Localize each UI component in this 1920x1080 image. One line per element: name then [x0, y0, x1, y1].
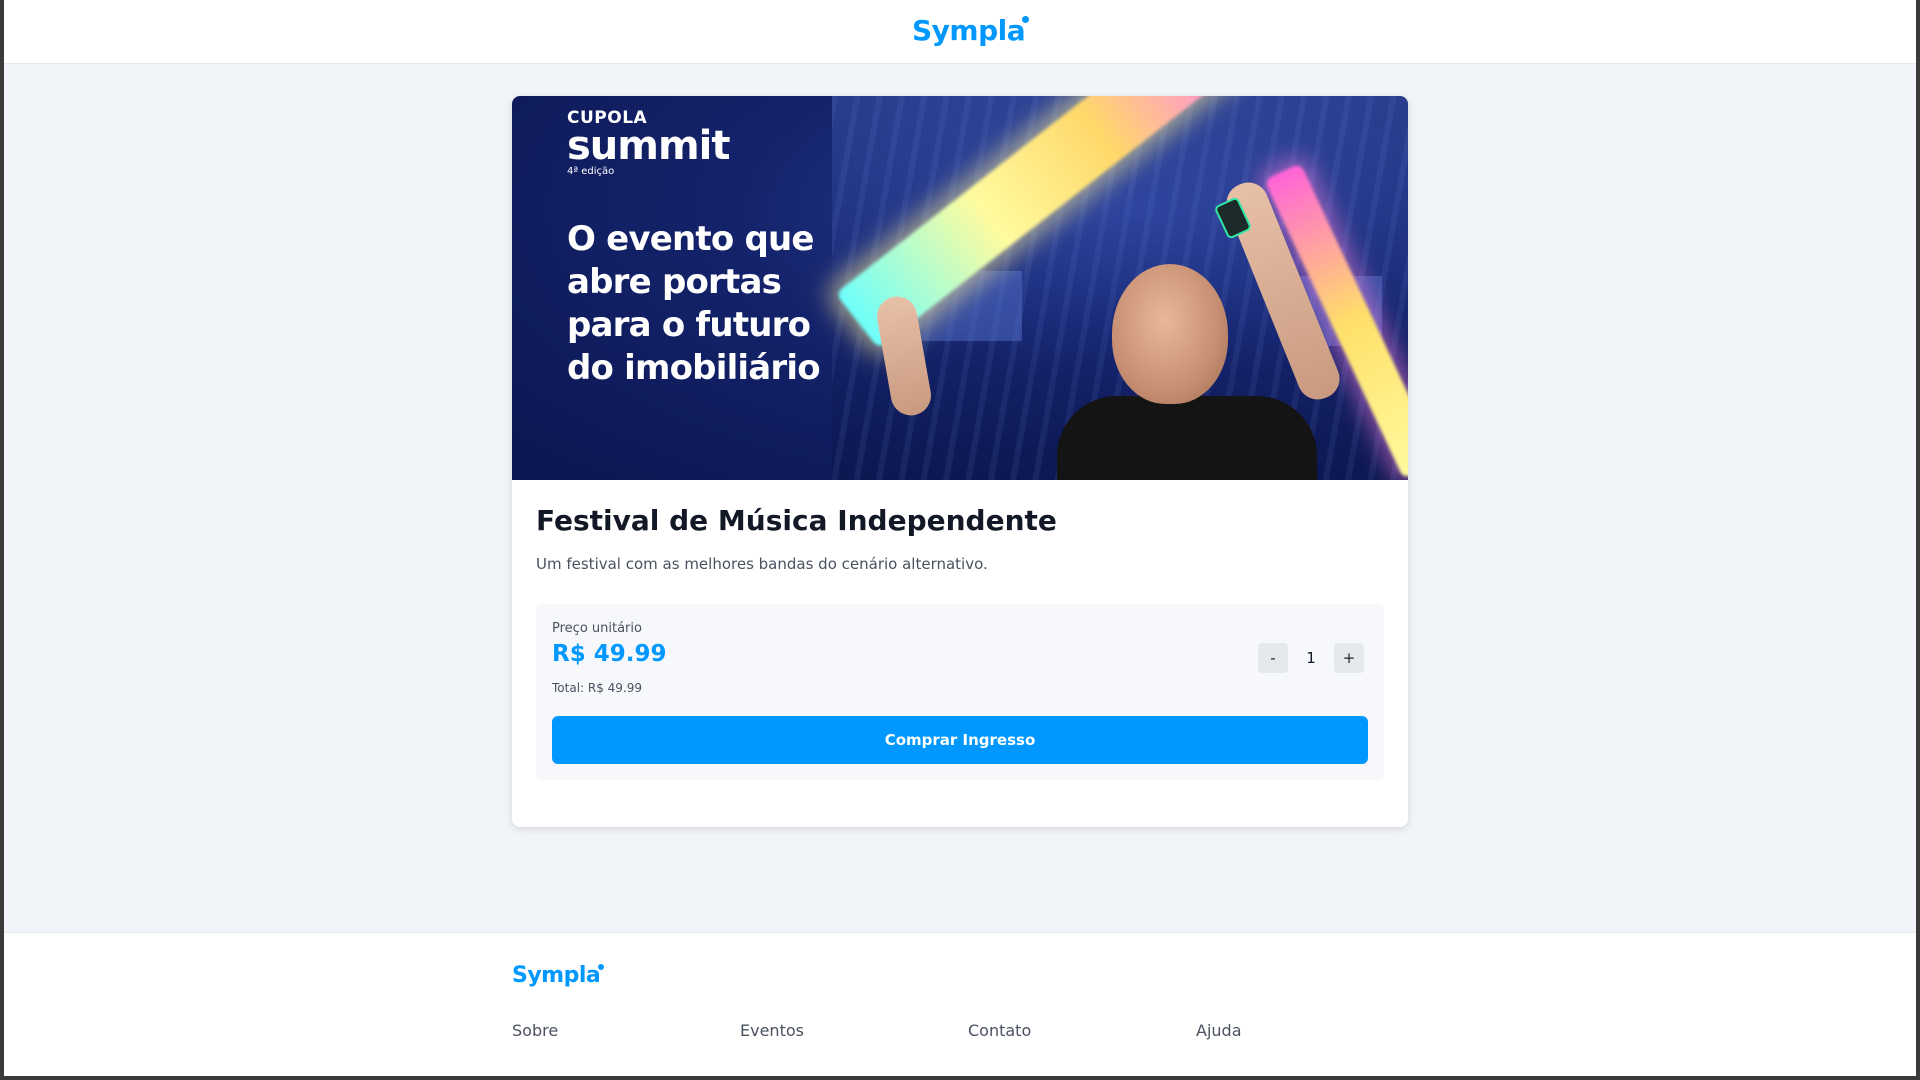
event-description: Um festival com as melhores bandas do ce…: [536, 555, 988, 573]
footer-link-ajuda[interactable]: Ajuda: [1196, 1021, 1242, 1040]
ticket-panel: Preço unitário R$ 49.99 Total: R$ 49.99 …: [536, 604, 1384, 780]
logo-dot-icon: [598, 964, 605, 970]
speaker-shirt: [1057, 396, 1317, 480]
event-title: Festival de Música Independente: [536, 504, 1057, 537]
headline-line: para o futuro: [567, 305, 811, 345]
brand-main-text: summit: [567, 123, 730, 169]
quantity-value: 1: [1306, 649, 1316, 667]
decrease-quantity-button[interactable]: -: [1258, 643, 1288, 673]
increase-quantity-button[interactable]: +: [1334, 643, 1364, 673]
total-price: Total: R$ 49.99: [552, 681, 643, 695]
sympla-logo[interactable]: Sympla: [912, 14, 1030, 47]
footer-link-contato[interactable]: Contato: [968, 1021, 1031, 1040]
speaker-head: [1112, 264, 1228, 404]
cupola-summit-logo: CUPOLA summit 4ª edição: [567, 108, 730, 177]
unit-price-value: R$ 49.99: [552, 641, 667, 667]
footer-sympla-logo[interactable]: Sympla: [512, 963, 605, 988]
headline-line: abre portas: [567, 262, 782, 302]
event-card: CUPOLA summit 4ª edição O evento que abr…: [512, 96, 1408, 827]
footer-link-sobre[interactable]: Sobre: [512, 1021, 558, 1040]
event-banner-image: CUPOLA summit 4ª edição O evento que abr…: [512, 96, 1408, 480]
banner-headline: O evento que abre portas para o futuro d…: [567, 218, 867, 390]
logo-text: Sympla: [512, 963, 601, 988]
event-info: Festival de Música Independente Um festi…: [536, 504, 1384, 573]
footer: Sympla Sobre Eventos Contato Ajuda: [4, 932, 1916, 1076]
headline-line: O evento que: [567, 219, 814, 259]
buy-ticket-button[interactable]: Comprar Ingresso: [552, 716, 1368, 764]
logo-text: Sympla: [912, 14, 1026, 47]
unit-price-label: Preço unitário: [552, 621, 642, 636]
headline-line: do imobiliário: [567, 348, 821, 388]
logo-dot-icon: [1022, 16, 1030, 23]
page: Sympla CUPOLA summit 4ª edição O evento …: [4, 0, 1916, 1076]
footer-link-eventos[interactable]: Eventos: [740, 1021, 804, 1040]
top-navbar: Sympla: [4, 0, 1916, 64]
